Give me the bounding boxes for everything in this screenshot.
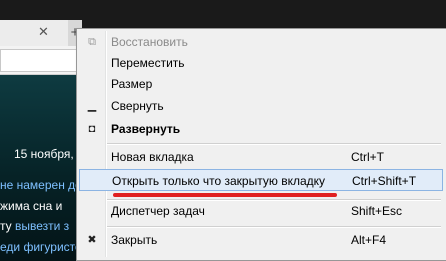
menu-item-label: Восстановить — [111, 35, 188, 49]
menu-item-maximize[interactable]: ◘ Развернуть — [79, 118, 443, 140]
minimize-icon: ▁ — [87, 100, 97, 112]
menu-item-task-manager[interactable]: Диспетчер задач Shift+Esc — [79, 200, 443, 222]
tab-close-icon[interactable]: ✕ — [38, 24, 49, 40]
page-text-date: 15 ноября, — [14, 147, 74, 161]
restore-icon: ⧉ — [88, 36, 96, 48]
menu-item-label: Открыть только что закрытую вкладку — [112, 174, 326, 188]
page-link[interactable]: не намерен до — [0, 178, 82, 192]
menu-item-shortcut: Shift+Esc — [351, 204, 403, 218]
menu-item-label: Свернуть — [111, 99, 164, 113]
menu-item-label: Закрыть — [111, 233, 158, 247]
menu-item-minimize[interactable]: ▁ Свернуть — [79, 95, 443, 117]
menu-item-reopen-closed-tab[interactable]: Открыть только что закрытую вкладку Ctrl… — [79, 169, 443, 191]
page-text-link-line[interactable]: ту вывезти з — [0, 219, 69, 233]
menu-item-move[interactable]: Переместить — [79, 52, 443, 74]
page-text: жима сна и — [0, 199, 63, 213]
red-annotation-underline — [113, 193, 337, 197]
system-context-menu: ⧉ Восстановить Переместить Размер ▁ Свер… — [76, 28, 446, 261]
menu-item-shortcut: Alt+F4 — [351, 233, 387, 247]
menu-item-label: Развернуть — [111, 122, 181, 136]
menu-separator — [107, 143, 441, 145]
browser-tab[interactable]: ✕ — [0, 20, 69, 46]
menu-item-shortcut: Ctrl+Shift+T — [352, 174, 417, 188]
menu-item-shortcut: Ctrl+T — [351, 150, 384, 164]
menu-item-size[interactable]: Размер — [79, 73, 443, 95]
menu-item-restore[interactable]: ⧉ Восстановить — [79, 31, 443, 53]
menu-item-label: Диспетчер задач — [111, 204, 205, 218]
menu-item-label: Размер — [111, 77, 153, 91]
menu-item-close[interactable]: ✖ Закрыть Alt+F4 — [79, 229, 443, 251]
menu-separator — [107, 226, 441, 228]
close-icon: ✖ — [87, 234, 97, 246]
menu-item-label: Переместить — [111, 56, 185, 70]
menu-item-label: Новая вкладка — [111, 150, 194, 164]
menu-item-new-tab[interactable]: Новая вкладка Ctrl+T — [79, 146, 443, 168]
maximize-icon: ◘ — [88, 123, 96, 135]
